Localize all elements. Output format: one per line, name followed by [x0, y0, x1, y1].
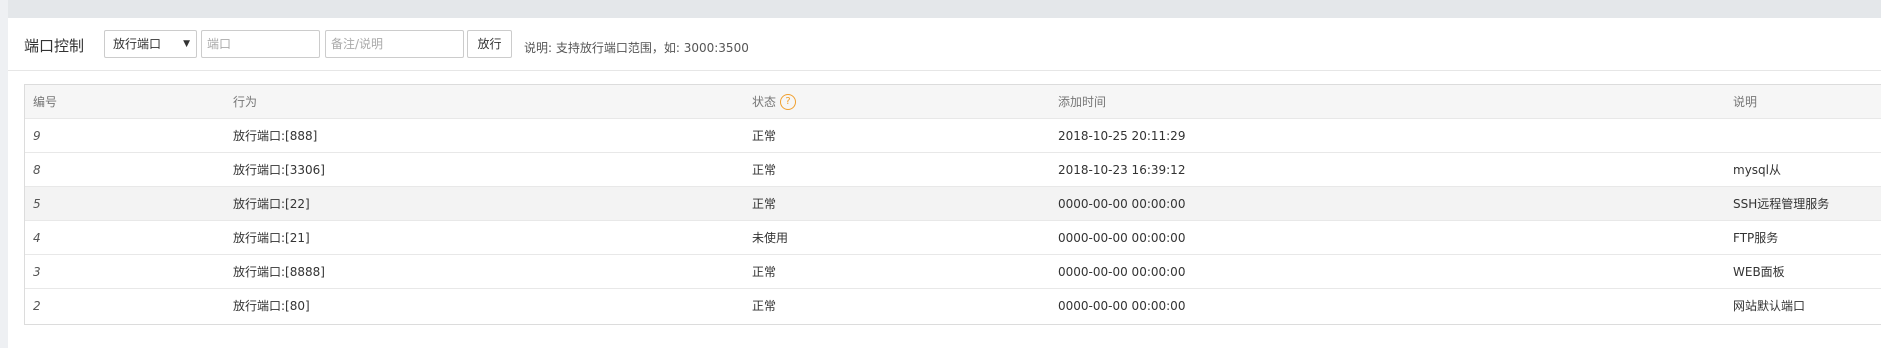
row-id: 3: [25, 254, 225, 289]
row-time: 2018-10-23 16:39:12: [1050, 152, 1725, 187]
row-note: 网站默认端口: [1733, 299, 1806, 313]
allow-button[interactable]: 放行: [467, 30, 512, 58]
row-note: WEB面板: [1725, 254, 1881, 289]
toolbar: 端口控制 放行端口 ▼ 放行 说明: 支持放行端口范围，如: 3000:3500: [8, 18, 1881, 71]
panel-title: 端口控制: [24, 37, 85, 55]
row-status: 正常: [744, 254, 1050, 289]
row-status: 正常: [744, 186, 1050, 221]
row-status: 未使用: [744, 220, 1050, 255]
row-action: 放行端口:[21]: [225, 220, 744, 255]
port-input[interactable]: [201, 30, 320, 58]
note-input[interactable]: [325, 30, 464, 58]
row-action: 放行端口:[888]: [225, 118, 744, 153]
row-action: 放行端口:[8888]: [225, 254, 744, 289]
row-status: 正常: [744, 152, 1050, 187]
table-row: 5 放行端口:[22] 正常 0000-00-00 00:00:00 SSH远程…: [25, 186, 1881, 221]
question-help-icon[interactable]: ?: [780, 94, 797, 111]
row-id: 2: [33, 298, 41, 313]
row-time: 0000-00-00 00:00:00: [1050, 220, 1725, 255]
header-status: 状态?: [744, 85, 1050, 119]
action-select-value: 放行端口: [113, 37, 162, 51]
row-status: 正常: [744, 118, 1050, 153]
header-time: 添加时间: [1050, 85, 1725, 119]
row-action: 放行端口:[80]: [233, 299, 310, 313]
header-action: 行为: [225, 85, 744, 119]
table-header-row: 编号 行为 状态? 添加时间 说明: [25, 85, 1881, 119]
row-time: 2018-10-25 20:11:29: [1050, 118, 1725, 153]
header-status-label: 状态: [752, 94, 777, 109]
row-status: 正常: [752, 299, 777, 313]
row-time: 0000-00-00 00:00:00: [1058, 298, 1186, 313]
table-row: 8 放行端口:[3306] 正常 2018-10-23 16:39:12 mys…: [25, 152, 1881, 187]
row-note: mysql从: [1725, 152, 1881, 187]
row-note: FTP服务: [1725, 220, 1881, 255]
top-strip: [8, 0, 1881, 18]
row-id: 4: [25, 220, 225, 255]
row-id: 8: [25, 152, 225, 187]
row-id: 9: [25, 118, 225, 153]
caret-down-icon: ▼: [183, 39, 190, 49]
action-select[interactable]: 放行端口 ▼: [104, 30, 197, 58]
row-time: 0000-00-00 00:00:00: [1050, 254, 1725, 289]
table-row: 2 放行端口:[80] 正常 0000-00-00 00:00:00 网站默认端…: [25, 289, 1881, 323]
row-id: 5: [25, 186, 225, 221]
hint-text: 说明: 支持放行端口范围，如: 3000:3500: [524, 41, 749, 55]
table-row: 4 放行端口:[21] 未使用 0000-00-00 00:00:00 FTP服…: [25, 220, 1881, 255]
port-rules-table: 编号 行为 状态? 添加时间 说明 9 放行端口:[888] 正常 2018-1…: [24, 84, 1881, 325]
row-action: 放行端口:[22]: [225, 186, 744, 221]
header-id: 编号: [25, 85, 225, 119]
table-row: 9 放行端口:[888] 正常 2018-10-25 20:11:29: [25, 118, 1881, 153]
row-note: SSH远程管理服务: [1725, 186, 1881, 221]
row-action: 放行端口:[3306]: [225, 152, 744, 187]
port-control-panel: 端口控制 放行端口 ▼ 放行 说明: 支持放行端口范围，如: 3000:3500…: [8, 18, 1881, 348]
table-row: 3 放行端口:[8888] 正常 0000-00-00 00:00:00 WEB…: [25, 254, 1881, 289]
header-note: 说明: [1725, 85, 1881, 119]
row-note: [1725, 118, 1881, 153]
row-time: 0000-00-00 00:00:00: [1050, 186, 1725, 221]
